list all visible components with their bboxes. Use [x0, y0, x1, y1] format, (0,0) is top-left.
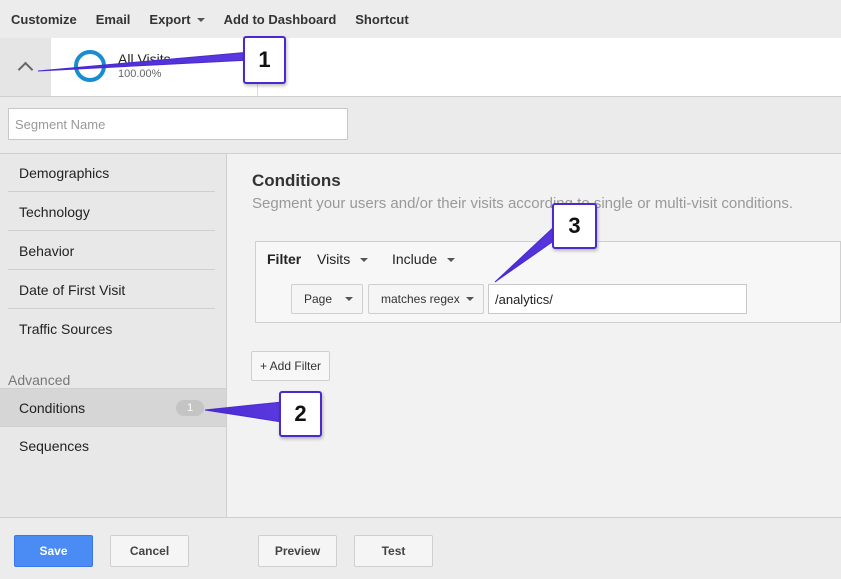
sidebar-item-sequences[interactable]: Sequences: [8, 427, 215, 465]
customize-button[interactable]: Customize: [11, 12, 77, 27]
chevron-down-icon: [447, 257, 456, 262]
filter-box: Filter Visits Include Page matches regex: [255, 241, 841, 323]
filter-scope-dropdown[interactable]: Visits: [317, 251, 369, 267]
export-menu[interactable]: Export: [149, 11, 205, 27]
sidebar-item-date-of-first-visit[interactable]: Date of First Visit: [8, 271, 215, 309]
sidebar-item-behavior[interactable]: Behavior: [8, 232, 215, 270]
segment-percent: 100.00%: [118, 68, 162, 80]
sidebar-item-traffic-sources[interactable]: Traffic Sources: [8, 310, 215, 348]
segment-area: [258, 38, 841, 96]
footer-bar: Save Cancel Preview Test: [0, 517, 841, 579]
test-button[interactable]: Test: [354, 535, 433, 567]
segment-name-input[interactable]: [8, 108, 348, 140]
filter-value-input[interactable]: [488, 284, 747, 314]
cancel-button[interactable]: Cancel: [110, 535, 189, 567]
chevron-down-icon: [196, 17, 205, 22]
email-button[interactable]: Email: [96, 12, 131, 27]
conditions-title: Conditions: [252, 171, 341, 190]
sidebar-item-label: Conditions: [19, 400, 86, 416]
report-toolbar: Customize Email Export Add to Dashboard …: [0, 0, 841, 38]
add-to-dashboard-button[interactable]: Add to Dashboard: [224, 12, 337, 27]
segment-ring-icon: [74, 50, 106, 82]
conditions-count-badge: 1: [176, 400, 204, 416]
sidebar-item-technology[interactable]: Technology: [8, 193, 215, 231]
chevron-down-icon: [345, 297, 353, 301]
filter-mode-value: Include: [392, 251, 438, 267]
save-button[interactable]: Save: [14, 535, 93, 567]
segment-sidebar: Demographics Technology Behavior Date of…: [0, 153, 227, 518]
filter-scope-value: Visits: [317, 251, 351, 267]
preview-button[interactable]: Preview: [258, 535, 337, 567]
callout-2: 2: [279, 391, 322, 437]
advanced-section-label: Advanced: [8, 372, 71, 388]
callout-3: 3: [552, 203, 597, 249]
callout-1: 1: [243, 36, 286, 84]
dimension-value: Page: [304, 292, 333, 306]
filter-mode-dropdown[interactable]: Include: [392, 251, 456, 267]
collapse-segments-button[interactable]: [0, 38, 50, 96]
sidebar-item-demographics[interactable]: Demographics: [8, 154, 215, 192]
operator-select[interactable]: matches regex: [368, 284, 484, 314]
export-label: Export: [149, 11, 191, 27]
filter-label: Filter: [267, 251, 302, 267]
sidebar-item-conditions[interactable]: Conditions 1: [0, 388, 226, 427]
conditions-subtitle: Segment your users and/or their visits a…: [252, 195, 794, 212]
dimension-select[interactable]: Page: [291, 284, 363, 314]
shortcut-button[interactable]: Shortcut: [355, 12, 408, 27]
chevron-down-icon: [360, 257, 369, 262]
chevron-down-icon: [466, 297, 474, 301]
segment-name: All Visits: [118, 51, 171, 67]
conditions-panel: Conditions Segment your users and/or the…: [227, 153, 841, 518]
chevron-up-icon: [17, 61, 33, 78]
operator-value: matches regex: [381, 292, 460, 306]
add-filter-button[interactable]: + Add Filter: [251, 351, 331, 381]
